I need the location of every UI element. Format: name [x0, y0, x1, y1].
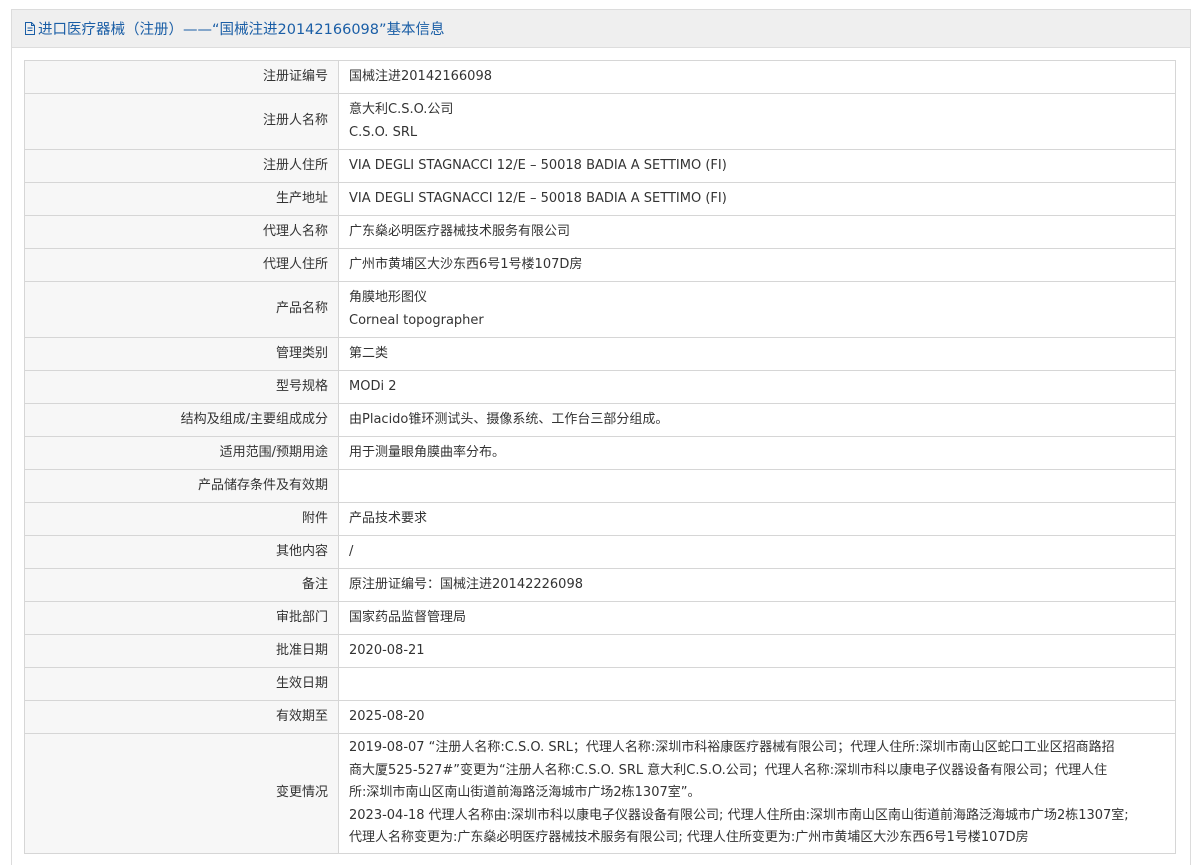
field-value-line: VIA DEGLI STAGNACCI 12/E – 50018 BADIA A…: [349, 157, 727, 173]
table-row: 有效期至 2025-08-20: [24, 700, 1176, 734]
table-row: 结构及组成/主要组成成分 由Placido锥环测试头、摄像系统、工作台三部分组成。: [24, 403, 1176, 437]
field-value: 用于测量眼角膜曲率分布。: [338, 436, 1176, 470]
field-value-line: 第二类: [349, 345, 389, 361]
field-label: 变更情况: [24, 733, 339, 854]
table-row: 产品名称 角膜地形图仪 Corneal topographer: [24, 281, 1176, 338]
field-value-line: 国家药品监督管理局: [349, 609, 467, 625]
field-value: 角膜地形图仪 Corneal topographer: [338, 281, 1176, 338]
field-value-line: 意大利C.S.O.公司: [349, 102, 454, 117]
field-value-line: Corneal topographer: [349, 312, 484, 328]
field-label: 注册证编号: [24, 60, 339, 94]
field-value-line: 2025-08-20: [349, 708, 425, 724]
field-value-line: 代理人名称变更为:广东燊必明医疗器械技术服务有限公司; 代理人住所变更为:广州市…: [349, 830, 1029, 846]
table-row: 管理类别 第二类: [24, 337, 1176, 371]
page-title: 进口医疗器械（注册）——“国械注进20142166098”基本信息: [38, 22, 445, 38]
field-value-line: 用于测量眼角膜曲率分布。: [349, 444, 506, 460]
field-value-line: MODi 2: [349, 378, 397, 394]
table-row: 变更情况 2019-08-07 “注册人名称:C.S.O. SRL；代理人名称:深…: [24, 733, 1176, 854]
field-value: 广州市黄埔区大沙东西6号1号楼107D房: [338, 248, 1176, 282]
field-value-line: /: [349, 543, 354, 559]
field-value: VIA DEGLI STAGNACCI 12/E – 50018 BADIA A…: [338, 149, 1176, 183]
field-value-line: 产品技术要求: [349, 510, 428, 526]
field-value-line: 2023-04-18 代理人名称由:深圳市科以康电子仪器设备有限公司; 代理人住…: [349, 807, 1129, 823]
field-value: 由Placido锥环测试头、摄像系统、工作台三部分组成。: [338, 403, 1176, 437]
field-label: 注册人名称: [24, 93, 339, 150]
field-value-line: VIA DEGLI STAGNACCI 12/E – 50018 BADIA A…: [349, 190, 727, 206]
field-label: 管理类别: [24, 337, 339, 371]
field-value-line: C.S.O. SRL: [349, 124, 418, 140]
table-row: 其他内容 /: [24, 535, 1176, 569]
field-label: 注册人住所: [24, 149, 339, 183]
table-row: 审批部门 国家药品监督管理局: [24, 601, 1176, 635]
field-value-line: 国械注进20142166098: [349, 68, 492, 84]
table-row: 批准日期 2020-08-21: [24, 634, 1176, 668]
table-row: 注册人住所 VIA DEGLI STAGNACCI 12/E – 50018 BA…: [24, 149, 1176, 183]
field-value: 2019-08-07 “注册人名称:C.S.O. SRL；代理人名称:深圳市科裕…: [338, 733, 1176, 854]
field-value-line: 2020-08-21: [349, 642, 425, 658]
field-value: /: [338, 535, 1176, 569]
field-value: 国械注进20142166098: [338, 60, 1176, 94]
field-value-line: 广州市黄埔区大沙东西6号1号楼107D房: [349, 256, 583, 272]
field-value-line: 由Placido锥环测试头、摄像系统、工作台三部分组成。: [349, 411, 669, 427]
table-row: 注册人名称 意大利C.S.O.公司 C.S.O. SRL: [24, 93, 1176, 150]
field-label: 结构及组成/主要组成成分: [24, 403, 339, 437]
field-label: 备注: [24, 568, 339, 602]
field-value: 广东燊必明医疗器械技术服务有限公司: [338, 215, 1176, 249]
table-row: 代理人名称 广东燊必明医疗器械技术服务有限公司: [24, 215, 1176, 249]
field-value: 2025-08-20: [338, 700, 1176, 734]
info-panel: 进口医疗器械（注册）——“国械注进20142166098”基本信息 注册证编号国…: [11, 9, 1191, 865]
field-value: MODi 2: [338, 370, 1176, 404]
field-value-line: 商大厦525-527#”变更为“注册人名称:C.S.O. SRL 意大利C.S.…: [349, 762, 1108, 778]
field-label: 型号规格: [24, 370, 339, 404]
field-value-line: 所:深圳市南山区南山街道前海路泛海城市广场2栋1307室”。: [349, 785, 701, 801]
field-value: 第二类: [338, 337, 1176, 371]
page: 进口医疗器械（注册）——“国械注进20142166098”基本信息 注册证编号国…: [0, 0, 1200, 865]
table-row: 生效日期: [24, 667, 1176, 701]
field-label: 审批部门: [24, 601, 339, 635]
field-label: 其他内容: [24, 535, 339, 569]
field-value: [338, 667, 1176, 701]
field-label: 代理人住所: [24, 248, 339, 282]
field-label: 生产地址: [24, 182, 339, 216]
field-label: 附件: [24, 502, 339, 536]
table-row: 产品储存条件及有效期: [24, 469, 1176, 503]
table-row: 代理人住所 广州市黄埔区大沙东西6号1号楼107D房: [24, 248, 1176, 282]
table-row: 备注 原注册证编号：国械注进20142226098: [24, 568, 1176, 602]
table-row: 生产地址 VIA DEGLI STAGNACCI 12/E – 50018 BAD…: [24, 182, 1176, 216]
field-value: [338, 469, 1176, 503]
field-value: 产品技术要求: [338, 502, 1176, 536]
field-value-line: 2019-08-07 “注册人名称:C.S.O. SRL；代理人名称:深圳市科裕…: [349, 740, 1115, 756]
field-label: 有效期至: [24, 700, 339, 734]
field-value: 原注册证编号：国械注进20142226098: [338, 568, 1176, 602]
field-value-line: 原注册证编号：国械注进20142226098: [349, 576, 583, 592]
table-row: 型号规格 MODi 2: [24, 370, 1176, 404]
field-value-line: 广东燊必明医疗器械技术服务有限公司: [349, 223, 571, 239]
field-label: 生效日期: [24, 667, 339, 701]
field-label: 适用范围/预期用途: [24, 436, 339, 470]
document-icon: [25, 22, 35, 35]
field-value: 国家药品监督管理局: [338, 601, 1176, 635]
field-value: VIA DEGLI STAGNACCI 12/E – 50018 BADIA A…: [338, 182, 1176, 216]
table-row: 适用范围/预期用途 用于测量眼角膜曲率分布。: [24, 436, 1176, 470]
info-table: 注册证编号 国械注进20142166098 注册人名称 意大利C.S.O.公司 C.S.…: [24, 60, 1176, 854]
field-value-line: 角膜地形图仪: [349, 290, 428, 305]
table-row: 附件 产品技术要求: [24, 502, 1176, 536]
title-bar: 进口医疗器械（注册）——“国械注进20142166098”基本信息: [12, 10, 1190, 48]
field-label: 代理人名称: [24, 215, 339, 249]
table-row: 注册证编号 国械注进20142166098: [24, 60, 1176, 94]
field-label: 批准日期: [24, 634, 339, 668]
field-label: 产品储存条件及有效期: [24, 469, 339, 503]
field-value: 意大利C.S.O.公司 C.S.O. SRL: [338, 93, 1176, 150]
field-value: 2020-08-21: [338, 634, 1176, 668]
field-label: 产品名称: [24, 281, 339, 338]
